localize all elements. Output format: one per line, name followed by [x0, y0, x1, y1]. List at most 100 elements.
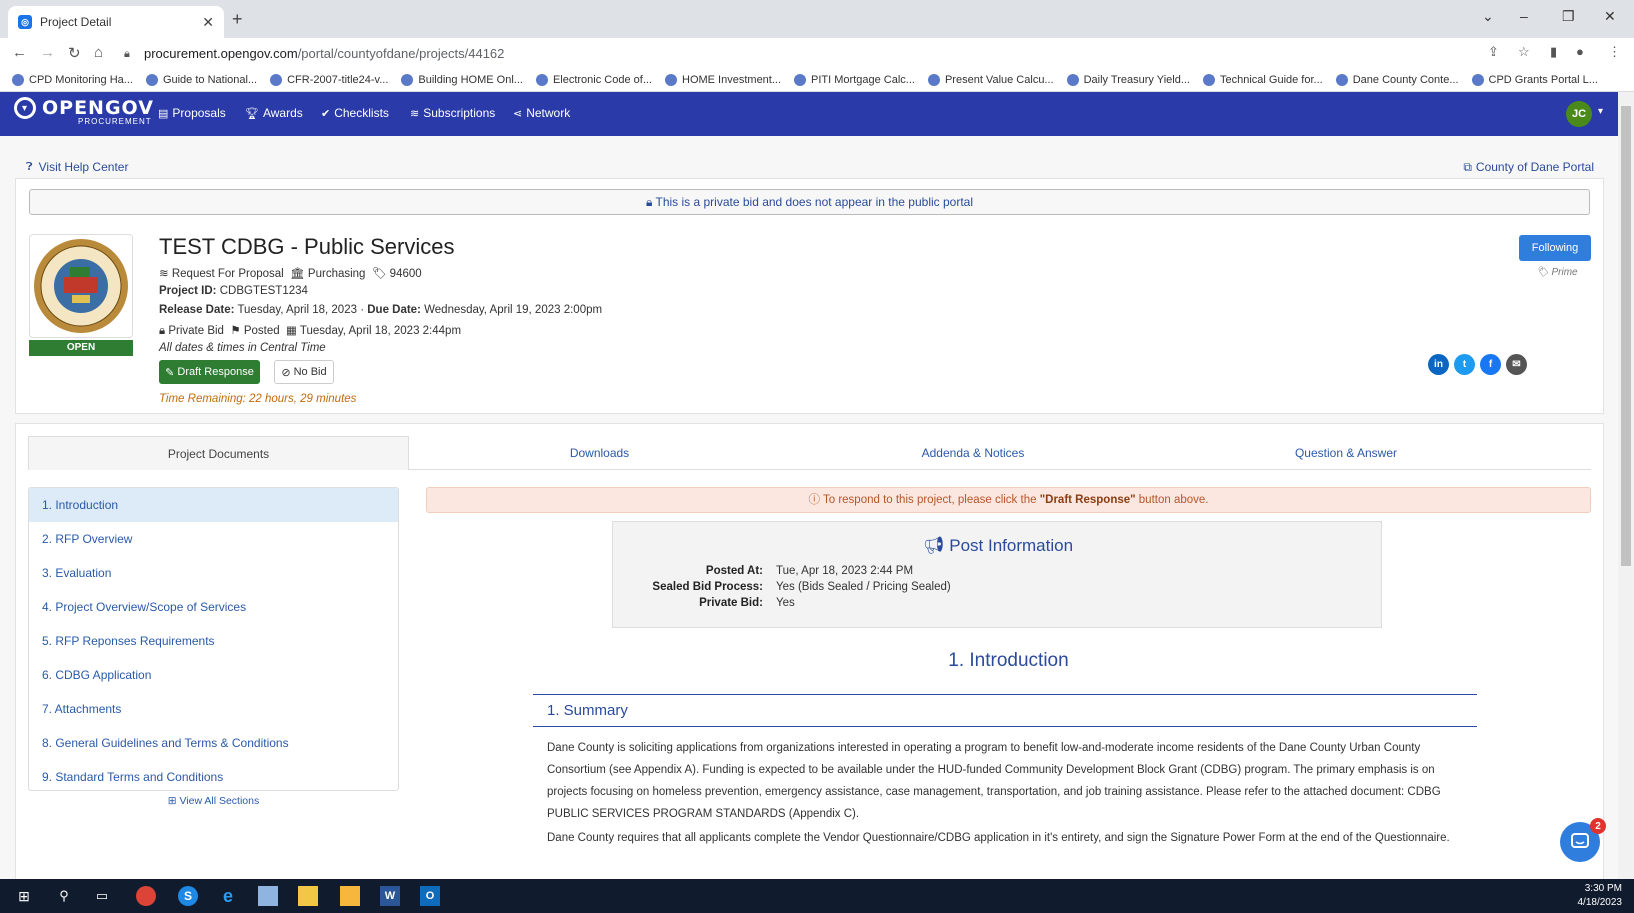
calculator-icon[interactable] — [258, 886, 278, 906]
email-share-icon[interactable]: ✉ — [1506, 354, 1527, 375]
bookmark-item[interactable]: HOME Investment... — [665, 73, 782, 86]
word-icon[interactable]: W — [380, 886, 400, 906]
section-nav-item[interactable]: 4. Project Overview/Scope of Services — [29, 590, 398, 624]
nav-network[interactable]: ⋖ Network — [513, 106, 570, 120]
browser-tab-bar: ◎ Project Detail ✕ + ⌄ – ❐ ✕ — [0, 0, 1634, 38]
nav-label: Network — [526, 106, 571, 120]
page-scrollbar[interactable] — [1618, 92, 1634, 879]
county-portal-link[interactable]: ⧉ County of Dane Portal — [1463, 160, 1594, 175]
nav-awards[interactable]: 🏆︎ Awards — [245, 106, 303, 120]
minimize-icon[interactable]: – — [1520, 8, 1528, 24]
search-icon[interactable]: ⚲ — [54, 886, 74, 906]
tab-search-icon[interactable]: ⌄ — [1482, 8, 1494, 25]
chevron-down-icon[interactable]: ▾ — [1598, 106, 1603, 117]
bookmark-item[interactable]: Guide to National... — [145, 73, 257, 86]
skype-icon[interactable]: S — [178, 886, 198, 906]
opengov-logo[interactable]: ▾ OPENGOV PROCUREMENT — [14, 97, 154, 126]
forward-icon[interactable]: → — [40, 44, 55, 61]
bookmark-item[interactable]: Building HOME Onl... — [401, 73, 523, 86]
tab-project-documents[interactable]: Project Documents — [28, 436, 409, 470]
view-all-sections-link[interactable]: ⊞ View All Sections — [28, 795, 399, 807]
private-bid-banner: 🔒︎ This is a private bid and does not ap… — [29, 189, 1590, 215]
bookmark-item[interactable]: CFR-2007-title24-v... — [270, 73, 389, 86]
back-icon[interactable]: ← — [12, 44, 27, 61]
side-panel-icon[interactable]: ▮ — [1550, 44, 1557, 60]
bookmark-item[interactable]: CPD Monitoring Ha... — [12, 73, 133, 86]
help-center-link[interactable]: ❓︎ Visit Help Center — [26, 160, 128, 174]
menu-icon[interactable]: ⋮ — [1608, 44, 1621, 60]
no-bid-button[interactable]: ⊘ No Bid — [274, 360, 334, 384]
restore-icon[interactable]: ❐ — [1562, 8, 1575, 25]
bookmark-item[interactable]: CPD Grants Portal L... — [1471, 73, 1598, 86]
new-tab-icon[interactable]: + — [232, 9, 243, 30]
bookmark-item[interactable]: Daily Treasury Yield... — [1066, 73, 1190, 86]
rss-icon: ≋ — [410, 107, 420, 120]
section-nav-item[interactable]: 5. RFP Reponses Requirements — [29, 624, 398, 658]
draft-response-button[interactable]: ✎ Draft Response — [159, 360, 260, 384]
view-all-label: View All Sections — [179, 795, 260, 807]
bookmark-item[interactable]: Electronic Code of... — [535, 73, 652, 86]
bookmark-star-icon[interactable]: ☆ — [1518, 44, 1530, 60]
bookmark-item[interactable]: Present Value Calcu... — [927, 73, 1054, 86]
lock-icon: 🔒︎ — [124, 48, 130, 60]
flag-icon: ⚑ — [230, 325, 241, 337]
tab-downloads[interactable]: Downloads — [409, 436, 790, 470]
url-path: /portal/countyofdane/projects/44162 — [297, 45, 505, 61]
bookmark-label: CFR-2007-title24-v... — [287, 73, 389, 86]
url-bar[interactable]: 🔒︎ procurement.opengov.com/portal/county… — [122, 41, 1522, 65]
bookmark-label: HOME Investment... — [682, 73, 782, 86]
nav-proposals[interactable]: ▤ Proposals — [158, 106, 226, 120]
outlook-icon[interactable]: O — [420, 886, 440, 906]
file-explorer-icon[interactable] — [298, 886, 318, 906]
user-avatar[interactable]: JC — [1566, 101, 1592, 127]
home-icon[interactable]: ⌂ — [94, 44, 103, 61]
clock-time: 3:30 PM — [1584, 883, 1622, 894]
bookmark-favicon-icon — [535, 73, 548, 86]
ban-icon: ⊘ — [281, 366, 291, 379]
bookmark-favicon-icon — [1066, 73, 1079, 86]
close-window-icon[interactable]: ✕ — [1604, 8, 1616, 25]
scrollbar-thumb[interactable] — [1621, 106, 1631, 566]
section-nav-item[interactable]: 2. RFP Overview — [29, 522, 398, 556]
reload-icon[interactable]: ↻ — [68, 44, 81, 62]
facebook-share-icon[interactable]: f — [1480, 354, 1501, 375]
project-type: Request For Proposal — [171, 268, 284, 280]
section-nav-item[interactable]: 1. Introduction — [29, 488, 398, 522]
profile-icon[interactable]: ● — [1576, 44, 1584, 59]
chrome-icon[interactable] — [136, 886, 156, 906]
page-content: ❓︎ Visit Help Center ⧉ County of Dane Port… — [0, 136, 1618, 879]
browser-tab[interactable]: ◎ Project Detail ✕ — [8, 6, 224, 38]
linkedin-share-icon[interactable]: in — [1428, 354, 1449, 375]
share-icon[interactable]: ⇪ — [1488, 44, 1499, 60]
bookmark-favicon-icon — [1471, 73, 1484, 86]
info-circle-icon: ⓘ — [808, 494, 820, 506]
bookmark-item[interactable]: PITI Mortgage Calc... — [794, 73, 915, 86]
bookmark-item[interactable]: Technical Guide for... — [1202, 73, 1323, 86]
twitter-share-icon[interactable]: t — [1454, 354, 1475, 375]
windows-start-icon[interactable]: ⊞ — [14, 886, 34, 906]
section-nav-item[interactable]: 3. Evaluation — [29, 556, 398, 590]
status-badge: OPEN — [29, 340, 133, 356]
pencil-icon: ✎ — [165, 366, 175, 379]
system-clock[interactable]: 3:30 PM 4/18/2023 — [1578, 882, 1623, 910]
folder-icon[interactable] — [340, 886, 360, 906]
following-button[interactable]: Following — [1519, 235, 1591, 261]
section-nav-item[interactable]: 9. Standard Terms and Conditions — [29, 760, 398, 794]
tab-question-answer[interactable]: Question & Answer — [1156, 436, 1536, 470]
nav-subscriptions[interactable]: ≋ Subscriptions — [410, 106, 495, 120]
institution-icon: 🏛︎ — [290, 268, 305, 280]
task-view-icon[interactable]: ▭ — [92, 886, 112, 906]
internet-explorer-icon[interactable]: e — [218, 886, 238, 906]
section-nav-item[interactable]: 8. General Guidelines and Terms & Condit… — [29, 726, 398, 760]
bookmark-favicon-icon — [794, 73, 807, 86]
close-tab-icon[interactable]: ✕ — [202, 14, 214, 31]
bookmark-label: PITI Mortgage Calc... — [811, 73, 915, 86]
portal-label: County of Dane Portal — [1475, 160, 1594, 174]
section-nav-item[interactable]: 6. CDBG Application — [29, 658, 398, 692]
bookmark-item[interactable]: Dane County Conte... — [1335, 73, 1459, 86]
nav-checklists[interactable]: ✔ Checklists — [321, 106, 389, 120]
section-nav-item[interactable]: 7. Attachments — [29, 692, 398, 726]
time-remaining: Time Remaining: 22 hours, 29 minutes — [159, 393, 357, 405]
tab-addenda-notices[interactable]: Addenda & Notices — [790, 436, 1156, 470]
section-nav: 1. Introduction 2. RFP Overview 3. Evaluat… — [28, 487, 399, 791]
